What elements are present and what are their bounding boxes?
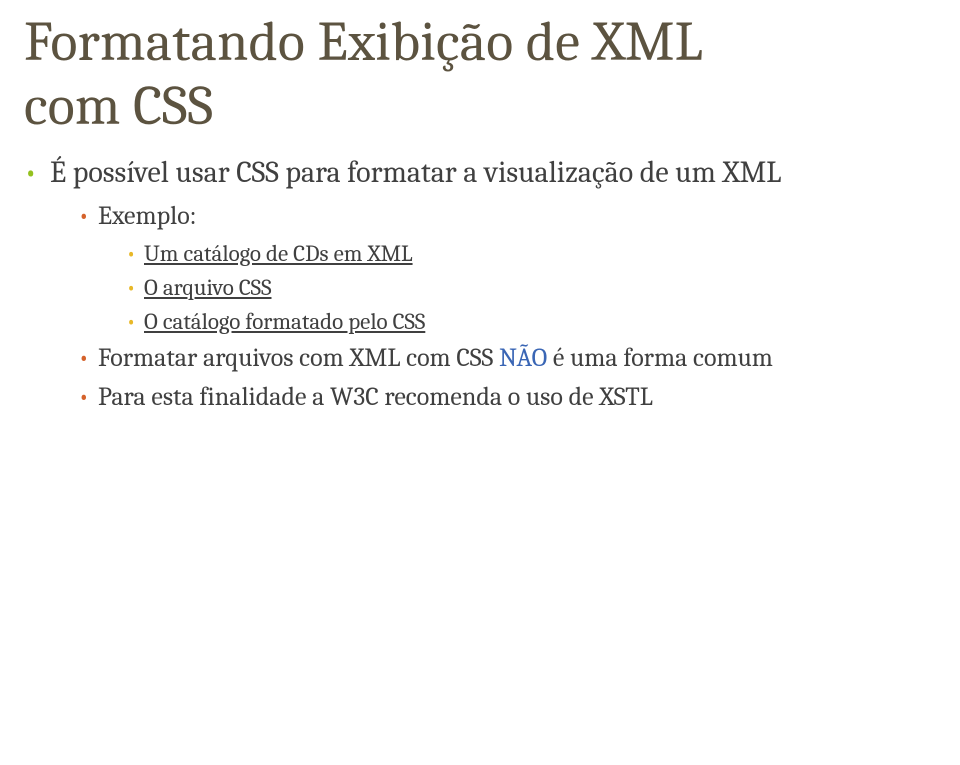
bullet-1-sub-2-emph: NÃO [499, 343, 547, 373]
example-item-1: Um catálogo de CDs em XML [126, 238, 936, 269]
bullet-item-1: É possível usar CSS para formatar a visu… [24, 153, 936, 415]
example-label: Exemplo: [98, 201, 197, 231]
bullet-1-sub-3-text: Para esta finalidade a W3C recomenda o u… [98, 382, 653, 412]
example-item-2: O arquivo CSS [126, 272, 936, 303]
bullet-1-sub-2-suffix: é uma forma comum [547, 343, 773, 373]
example-item-3: O catálogo formatado pelo CSS [126, 306, 936, 337]
bullet-1-sub-2-prefix: Formatar arquivos com XML com CSS [98, 343, 499, 373]
slide-title: Formatando Exibição de XML com CSS [24, 10, 936, 139]
bullet-1-sub-1: Exemplo: Um catálogo de CDs em XML O arq… [78, 199, 936, 337]
example-list: Um catálogo de CDs em XML O arquivo CSS … [98, 238, 936, 337]
title-line-2: com CSS [24, 74, 213, 138]
title-line-1: Formatando Exibição de XML [24, 10, 703, 74]
link-catalog-formatted[interactable]: O catálogo formatado pelo CSS [144, 308, 425, 335]
link-catalog-xml[interactable]: Um catálogo de CDs em XML [144, 240, 413, 267]
bullet-1-sub-2: Formatar arquivos com XML com CSS NÃO é … [78, 341, 936, 376]
link-css-file[interactable]: O arquivo CSS [144, 274, 272, 301]
bullet-1-sublist: Exemplo: Um catálogo de CDs em XML O arq… [50, 199, 936, 415]
bullet-1-sub-3: Para esta finalidade a W3C recomenda o u… [78, 380, 936, 415]
bullet-list: É possível usar CSS para formatar a visu… [24, 153, 936, 415]
bullet-1-text: É possível usar CSS para formatar a visu… [50, 155, 781, 190]
slide: Formatando Exibição de XML com CSS É pos… [0, 0, 960, 765]
